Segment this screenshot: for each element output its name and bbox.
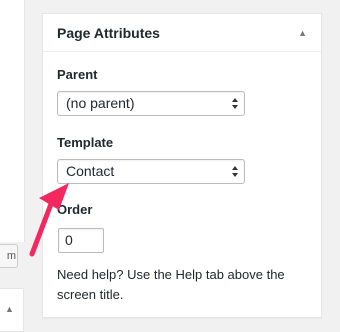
- template-select[interactable]: Contact: [57, 159, 245, 184]
- help-text: Need help? Use the Help tab above the sc…: [57, 267, 285, 302]
- left-column-panel: [0, 0, 25, 242]
- parent-select-value: (no parent): [66, 95, 135, 111]
- select-arrows-icon: [232, 98, 238, 109]
- left-column-metabox: ▲: [0, 288, 24, 332]
- collapse-up-icon[interactable]: ▲: [5, 304, 14, 314]
- pointer-arrow-annotation: [29, 183, 69, 257]
- collapse-up-icon[interactable]: ▲: [298, 28, 307, 38]
- left-column-button[interactable]: m: [0, 244, 18, 268]
- parent-label: Parent: [57, 67, 98, 82]
- metabox-title: Page Attributes: [57, 25, 160, 41]
- select-arrows-icon: [232, 166, 238, 177]
- left-column-button-label: m: [6, 250, 16, 262]
- metabox-header[interactable]: Page Attributes ▲: [43, 14, 321, 52]
- parent-select[interactable]: (no parent): [57, 91, 245, 116]
- template-label: Template: [57, 135, 114, 150]
- page-attributes-metabox: Page Attributes ▲ Parent (no parent) Tem…: [42, 13, 322, 318]
